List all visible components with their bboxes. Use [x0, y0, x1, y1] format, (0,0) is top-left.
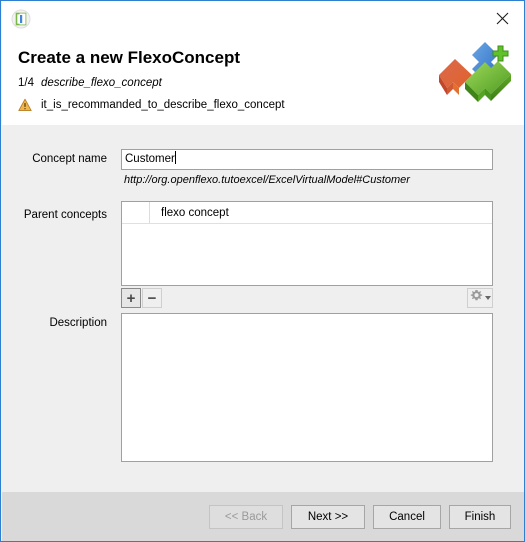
plus-icon: + — [126, 289, 136, 307]
concept-uri-text: http://org.openflexo.tutoexcel/ExcelVirt… — [124, 174, 410, 186]
footer-button-group: << Back Next >> Cancel Finish — [209, 505, 511, 529]
warning-message: it_is_recommanded_to_describe_flexo_conc… — [18, 98, 285, 112]
page-title: Create a new FlexoConcept — [18, 48, 241, 67]
finish-button[interactable]: Finish — [449, 505, 511, 529]
title-bar — [2, 1, 524, 37]
concept-name-input[interactable]: Customer — [121, 149, 493, 170]
parent-concepts-toolbar: + − — [121, 288, 493, 308]
table-body[interactable] — [122, 224, 492, 284]
remove-parent-concept-button[interactable]: − — [142, 288, 162, 308]
dialog-header: Create a new FlexoConcept 1/4 describe_fl… — [2, 37, 524, 162]
parent-concepts-table[interactable]: flexo concept — [121, 201, 493, 286]
table-column-header-index[interactable] — [122, 202, 150, 223]
minus-icon: − — [147, 289, 157, 307]
warning-text: it_is_recommanded_to_describe_flexo_conc… — [41, 99, 285, 111]
table-header-row: flexo concept — [122, 202, 492, 224]
description-label: Description — [49, 317, 107, 329]
close-button[interactable] — [485, 3, 519, 33]
dialog-body: Concept name Customer http://org.openfle… — [2, 126, 524, 492]
table-column-header-flexo-concept[interactable]: flexo concept — [150, 202, 492, 223]
concept-name-label: Concept name — [32, 153, 107, 165]
back-button[interactable]: << Back — [209, 505, 283, 529]
step-counter: 1/4 — [18, 77, 34, 89]
parent-concepts-label: Parent concepts — [23, 209, 107, 221]
description-input[interactable] — [121, 313, 493, 462]
dialog-window: Create a new FlexoConcept 1/4 describe_fl… — [0, 0, 525, 542]
chevron-down-icon — [484, 296, 491, 300]
parent-concepts-options-button[interactable] — [467, 288, 493, 308]
step-indicator: 1/4 describe_flexo_concept — [18, 77, 162, 89]
flexo-concept-puzzle-logo — [431, 41, 513, 115]
flexo-app-icon — [11, 9, 31, 29]
settings-gear-icon — [470, 289, 483, 307]
step-label: describe_flexo_concept — [41, 77, 162, 89]
cancel-button[interactable]: Cancel — [373, 505, 441, 529]
warning-triangle-icon — [18, 98, 32, 112]
text-caret — [174, 151, 176, 164]
dialog-footer: << Back Next >> Cancel Finish — [2, 492, 524, 541]
add-parent-concept-button[interactable]: + — [121, 288, 141, 308]
concept-name-value: Customer — [125, 153, 175, 165]
next-button[interactable]: Next >> — [291, 505, 365, 529]
